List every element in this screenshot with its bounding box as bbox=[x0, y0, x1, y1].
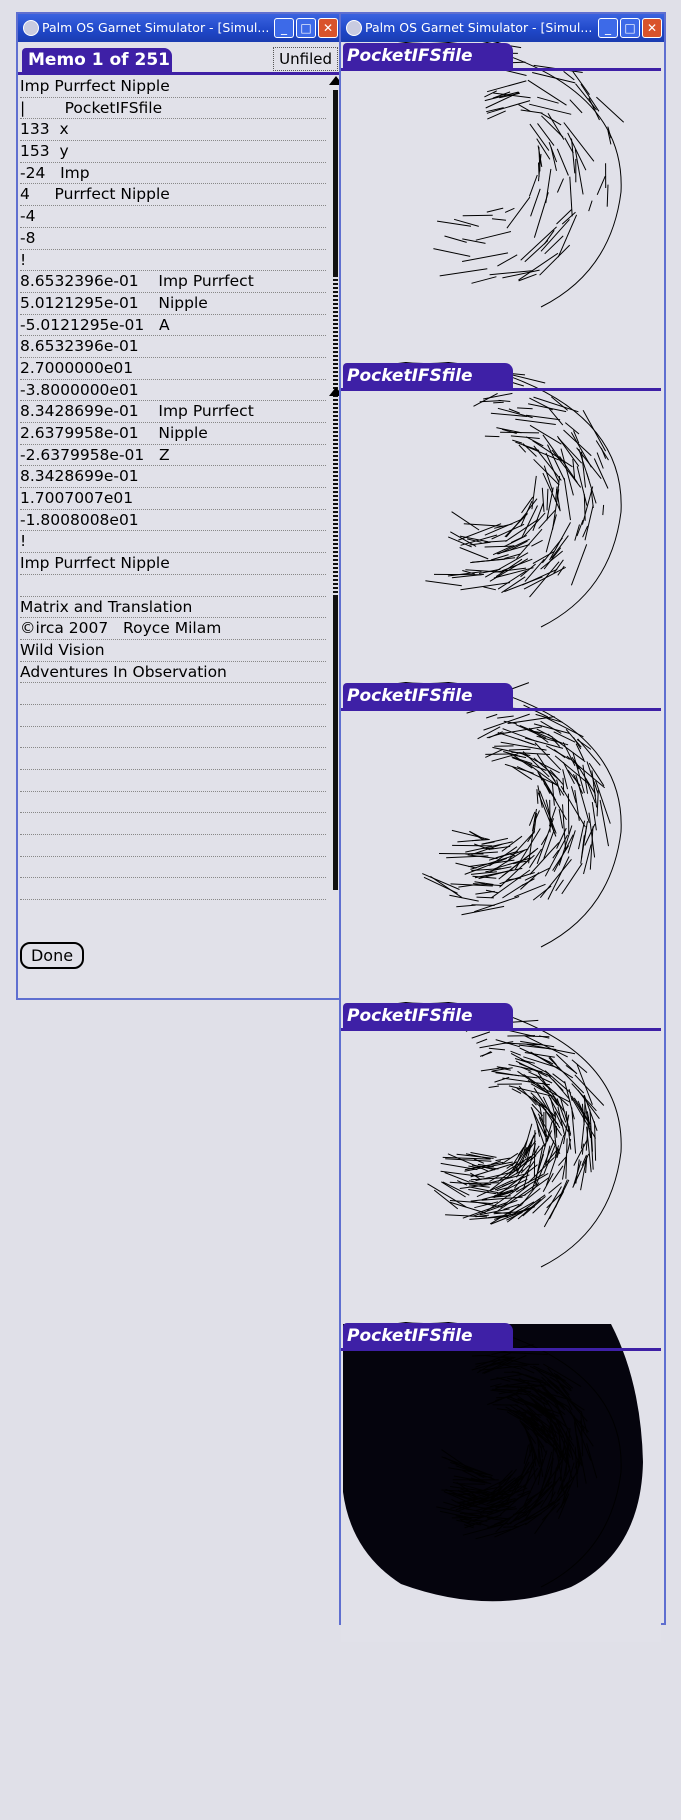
frame-title-rule bbox=[341, 68, 661, 71]
ifs-fractal-plot bbox=[360, 1002, 622, 1268]
memo-line[interactable] bbox=[20, 727, 326, 749]
memo-line[interactable] bbox=[20, 770, 326, 792]
ifs-window-titlebar[interactable]: Palm OS Garnet Simulator - [Simul... _ □… bbox=[341, 14, 664, 42]
memo-line[interactable]: | PocketIFSfile bbox=[20, 98, 326, 120]
memo-line[interactable]: ! bbox=[20, 531, 326, 554]
frame-title: PocketIFSfile bbox=[343, 1003, 513, 1029]
minimize-icon[interactable]: _ bbox=[598, 18, 618, 38]
memo-line[interactable]: 8.6532396e-01 bbox=[20, 336, 326, 358]
title-rule bbox=[18, 72, 340, 75]
memo-line[interactable]: 133 x bbox=[20, 119, 326, 142]
window-title: Palm OS Garnet Simulator - [Simul... bbox=[365, 20, 593, 35]
memo-line[interactable]: Matrix and Translation bbox=[20, 597, 326, 619]
memo-line[interactable]: ©irca 2007 Royce Milam bbox=[20, 618, 326, 640]
memo-line[interactable]: ! bbox=[20, 250, 326, 272]
frame-title-rule bbox=[341, 1348, 661, 1351]
ifs-render-frame: PocketIFSfile bbox=[341, 362, 661, 682]
memo-line[interactable]: -24 Imp bbox=[20, 163, 326, 185]
memo-line[interactable]: -5.0121295e-01 A bbox=[20, 315, 326, 337]
memo-line[interactable]: 2.7000000e01 bbox=[20, 358, 326, 380]
memo-line[interactable]: -8 bbox=[20, 228, 326, 250]
ifs-fractal-plot bbox=[343, 1322, 643, 1602]
memo-line[interactable]: 4 Purrfect Nipple bbox=[20, 184, 326, 207]
memo-line[interactable]: -3.8000000e01 bbox=[20, 380, 326, 402]
memo-line[interactable]: 8.6532396e-01 Imp Purrfect bbox=[20, 271, 326, 293]
memo-line[interactable] bbox=[20, 705, 326, 727]
ifs-render-frame: PocketIFSfile bbox=[341, 1002, 661, 1322]
close-icon[interactable]: ✕ bbox=[642, 18, 662, 38]
category-selector[interactable]: Unfiled bbox=[273, 47, 338, 71]
frame-title: PocketIFSfile bbox=[343, 363, 513, 389]
frame-title-rule bbox=[341, 388, 661, 391]
memo-simulator-window: Palm OS Garnet Simulator - [Simul... _ □… bbox=[16, 12, 343, 1000]
memo-line[interactable]: -2.6379958e-01 Z bbox=[20, 445, 326, 467]
maximize-icon[interactable]: □ bbox=[620, 18, 640, 38]
palm-app-icon bbox=[346, 20, 362, 36]
ifs-fractal-plot bbox=[360, 362, 622, 628]
close-icon[interactable]: ✕ bbox=[318, 18, 338, 38]
frame-title-rule bbox=[341, 1028, 661, 1031]
scroll-thumb[interactable] bbox=[333, 275, 338, 595]
frame-title: PocketIFSfile bbox=[343, 43, 513, 69]
memo-text-area[interactable]: Imp Purrfect Nipple | PocketIFSfile 133 x1… bbox=[20, 76, 326, 901]
memo-line[interactable] bbox=[20, 792, 326, 814]
memo-line[interactable] bbox=[20, 835, 326, 857]
memo-line[interactable]: Imp Purrfect Nipple bbox=[20, 76, 326, 98]
memo-title: Memo 1 of 251 bbox=[22, 48, 172, 73]
ifs-frames: PocketIFSfile PocketIFSfile PocketIFSfile P… bbox=[341, 42, 664, 1642]
memo-line[interactable]: 153 y bbox=[20, 141, 326, 163]
frame-title: PocketIFSfile bbox=[343, 1323, 513, 1349]
memo-line[interactable]: 8.3428699e-01 bbox=[20, 466, 326, 489]
filled-fractal bbox=[343, 1324, 643, 1602]
memo-line[interactable] bbox=[20, 878, 326, 901]
memo-line[interactable] bbox=[20, 813, 326, 836]
memo-line[interactable]: -4 bbox=[20, 206, 326, 228]
minimize-icon[interactable]: _ bbox=[274, 18, 294, 38]
memo-line[interactable] bbox=[20, 683, 326, 705]
memo-line[interactable]: 1.7007007e01 bbox=[20, 488, 326, 510]
memo-line[interactable]: Wild Vision bbox=[20, 640, 326, 662]
ifs-fractal-plot bbox=[360, 682, 622, 948]
memo-line[interactable] bbox=[20, 575, 326, 597]
ifs-render-frame: PocketIFSfile bbox=[341, 1322, 661, 1642]
ifs-render-frame: PocketIFSfile bbox=[341, 682, 661, 1002]
memo-line[interactable] bbox=[20, 857, 326, 879]
ifs-simulator-window: Palm OS Garnet Simulator - [Simul... _ □… bbox=[339, 12, 666, 1642]
memo-line[interactable]: 8.3428699e-01 Imp Purrfect bbox=[20, 401, 326, 423]
ifs-fractal-plot bbox=[360, 42, 625, 308]
frame-title: PocketIFSfile bbox=[343, 683, 513, 709]
memo-line[interactable]: Adventures In Observation bbox=[20, 662, 326, 684]
window-title: Palm OS Garnet Simulator - [Simul... bbox=[42, 20, 270, 35]
memo-window-titlebar[interactable]: Palm OS Garnet Simulator - [Simul... _ □… bbox=[18, 14, 340, 42]
memo-line[interactable]: Imp Purrfect Nipple bbox=[20, 553, 326, 575]
done-button[interactable]: Done bbox=[20, 942, 84, 969]
memo-line[interactable]: 5.0121295e-01 Nipple bbox=[20, 293, 326, 315]
memo-line[interactable]: -1.8008008e01 bbox=[20, 510, 326, 532]
palm-app-icon bbox=[23, 20, 39, 36]
frame-title-rule bbox=[341, 708, 661, 711]
maximize-icon[interactable]: □ bbox=[296, 18, 316, 38]
memo-line[interactable] bbox=[20, 748, 326, 770]
memo-line[interactable]: 2.6379958e-01 Nipple bbox=[20, 423, 326, 445]
ifs-render-frame: PocketIFSfile bbox=[341, 42, 661, 362]
memo-screen: Memo 1 of 251 Unfiled Imp Purrfect Nippl… bbox=[18, 42, 343, 998]
